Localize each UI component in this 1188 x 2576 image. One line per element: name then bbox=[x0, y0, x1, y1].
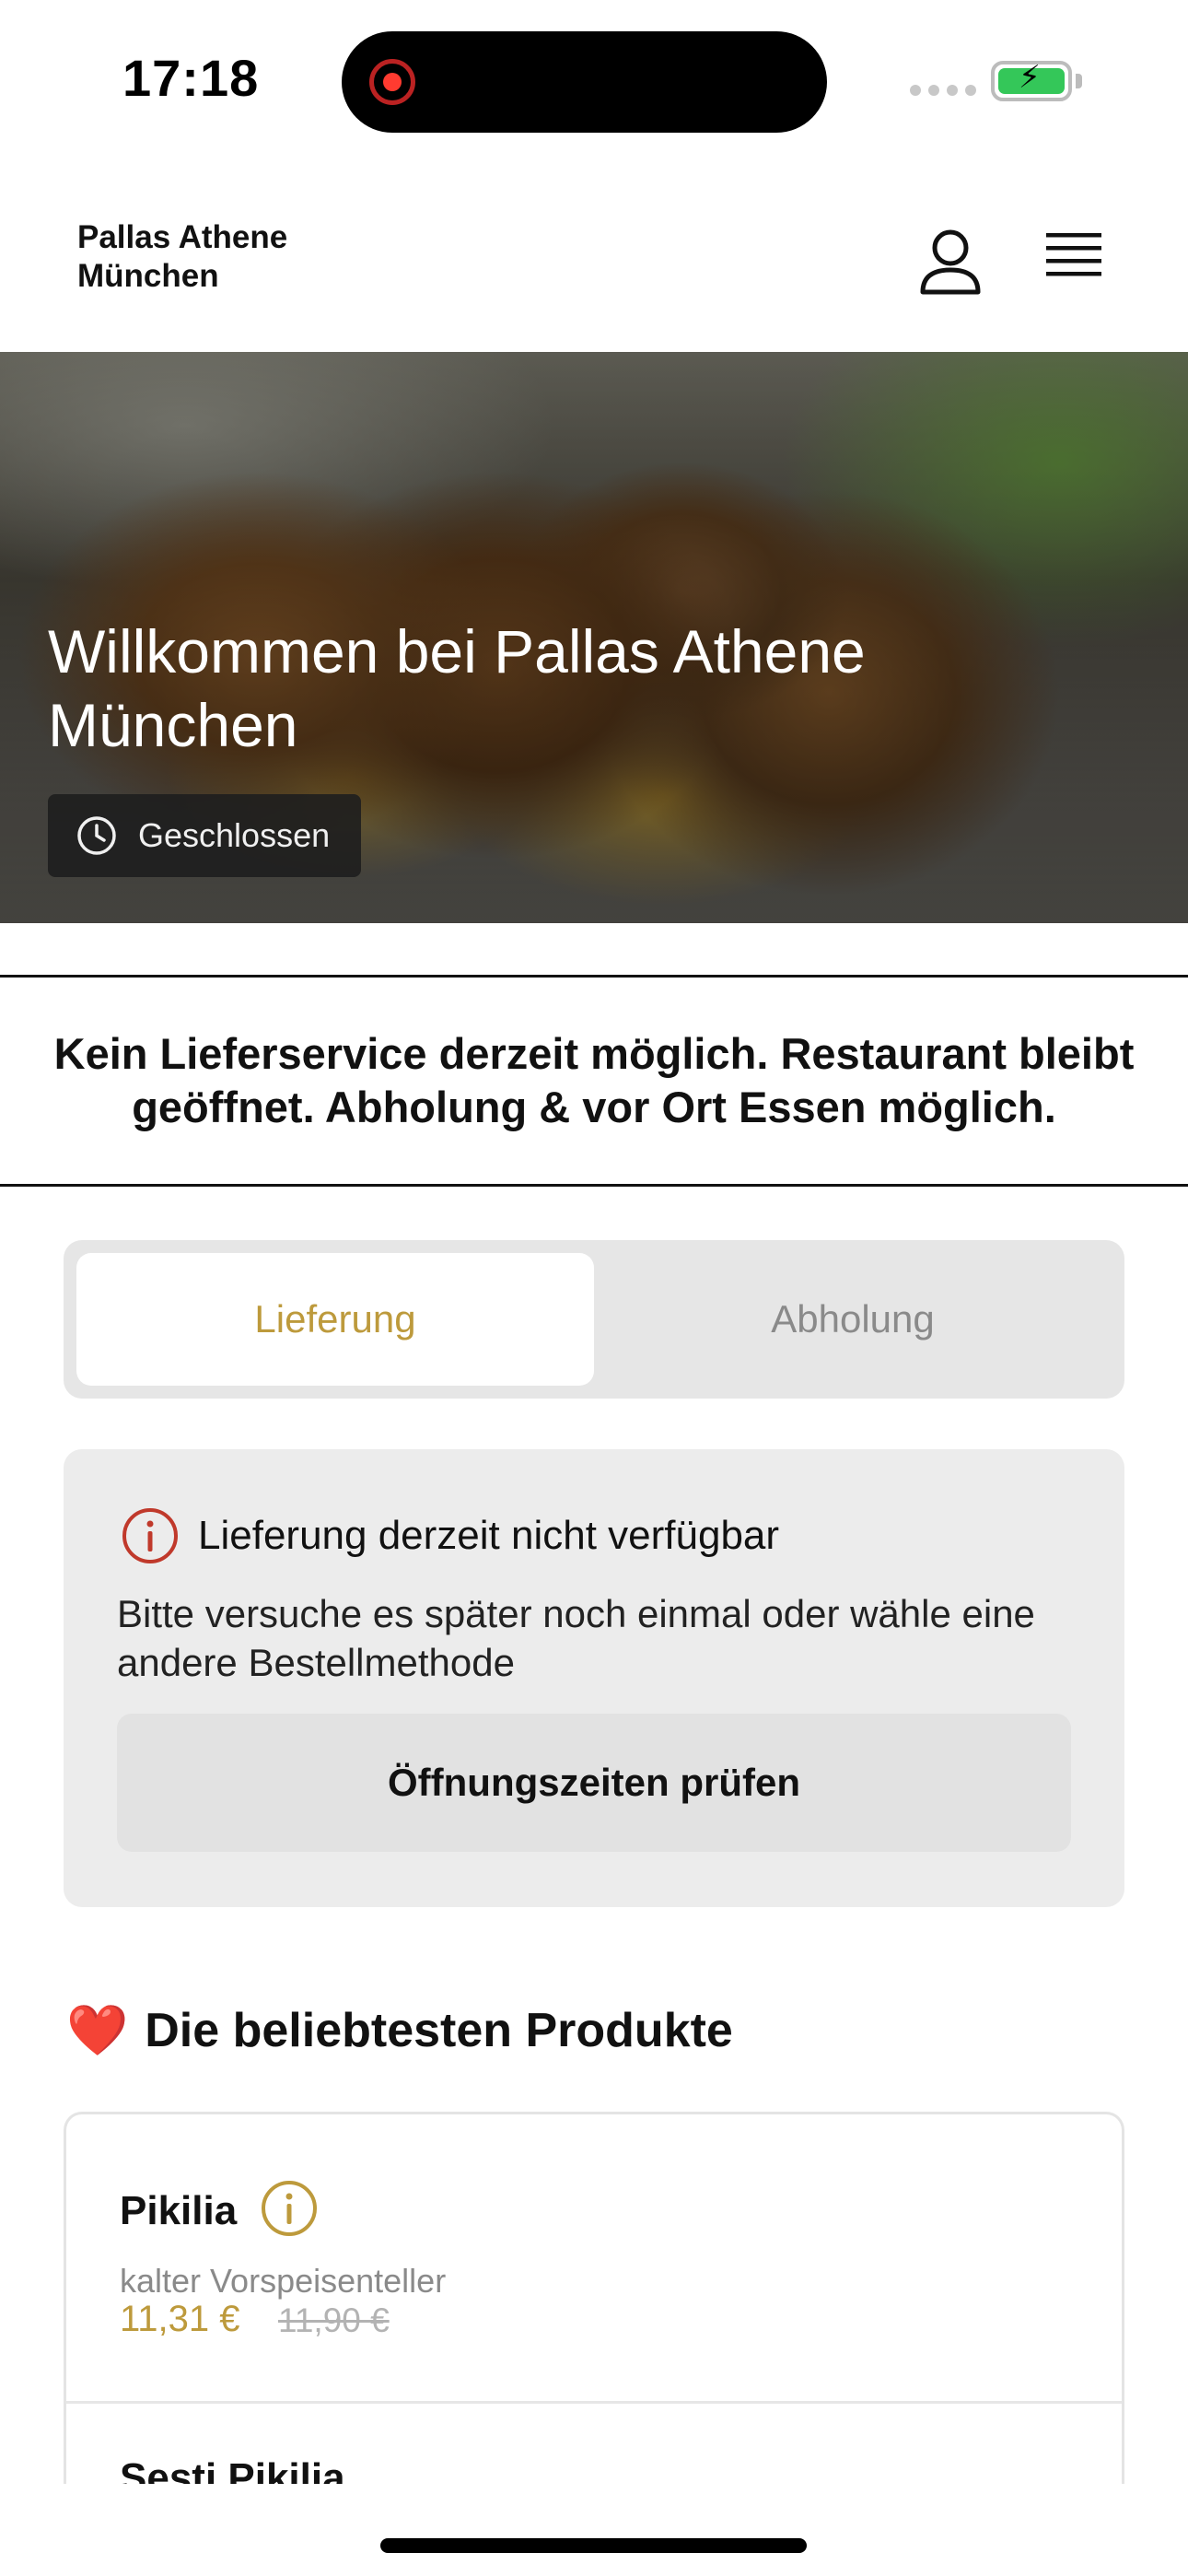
service-notice: Kein Lieferservice derzeit möglich. Rest… bbox=[0, 975, 1188, 1187]
tab-abholung[interactable]: Abholung bbox=[594, 1253, 1112, 1386]
brand-line-1: Pallas Athene bbox=[77, 219, 288, 255]
product-name: Sesti Pikilia bbox=[120, 2455, 345, 2484]
opening-status-badge: Geschlossen bbox=[48, 794, 361, 877]
user-icon bbox=[920, 229, 981, 295]
battery-icon bbox=[991, 59, 1072, 101]
opening-status-label: Geschlossen bbox=[138, 816, 331, 854]
product-list: Pikilia kalter Vorspeisenteller 11,31 € … bbox=[64, 2112, 1124, 2484]
app-header: Pallas Athene München bbox=[0, 161, 1188, 352]
status-bar: 17:18 bbox=[0, 0, 1188, 161]
alert-message: Bitte versuche es später noch einmal ode… bbox=[117, 1592, 1035, 1684]
list-item[interactable]: Pikilia kalter Vorspeisenteller 11,31 € … bbox=[66, 2114, 1122, 2404]
hamburger-menu-icon bbox=[1046, 233, 1101, 276]
hero-banner: Willkommen bei Pallas Athene München Ges… bbox=[0, 352, 1188, 923]
product-description: kalter Vorspeisenteller bbox=[120, 2262, 447, 2300]
restaurant-brand[interactable]: Pallas Athene München bbox=[77, 218, 287, 296]
product-old-price: 11,90 € bbox=[278, 2301, 390, 2339]
dynamic-island bbox=[342, 31, 827, 133]
recording-icon bbox=[369, 59, 415, 105]
heart-icon: ❤️ bbox=[66, 2001, 129, 2059]
product-price: 11,31 € bbox=[120, 2299, 240, 2339]
product-info-icon[interactable] bbox=[260, 2179, 319, 2238]
service-notice-text: Kein Lieferservice derzeit möglich. Rest… bbox=[53, 1029, 1135, 1131]
clock-icon bbox=[77, 816, 116, 855]
list-item[interactable]: Sesti Pikilia bbox=[66, 2404, 1122, 2484]
popular-products-heading: ❤️ Die beliebtesten Produkte bbox=[66, 2001, 733, 2060]
order-mode-toggle: Lieferung Abholung bbox=[64, 1240, 1124, 1399]
popular-products-title: Die beliebtesten Produkte bbox=[145, 2004, 733, 2057]
battery-tip bbox=[1076, 74, 1082, 88]
brand-line-2: München bbox=[77, 258, 219, 294]
alert-header: Lieferung derzeit nicht verfügbar bbox=[121, 1506, 779, 1565]
tab-lieferung[interactable]: Lieferung bbox=[76, 1253, 594, 1386]
info-icon bbox=[122, 1508, 178, 1563]
welcome-title: Willkommen bei Pallas Athene München bbox=[48, 617, 866, 759]
product-name: Pikilia bbox=[120, 2188, 238, 2233]
delivery-unavailable-card: Lieferung derzeit nicht verfügbar Bitte … bbox=[64, 1449, 1124, 1907]
cellular-signal-icon bbox=[910, 85, 976, 96]
status-time: 17:18 bbox=[122, 49, 260, 107]
alert-title: Lieferung derzeit nicht verfügbar bbox=[198, 1513, 780, 1558]
account-button[interactable] bbox=[914, 224, 987, 298]
check-opening-hours-button[interactable]: Öffnungszeiten prüfen bbox=[117, 1714, 1071, 1852]
home-indicator[interactable] bbox=[380, 2538, 807, 2553]
menu-button[interactable] bbox=[1041, 228, 1107, 287]
